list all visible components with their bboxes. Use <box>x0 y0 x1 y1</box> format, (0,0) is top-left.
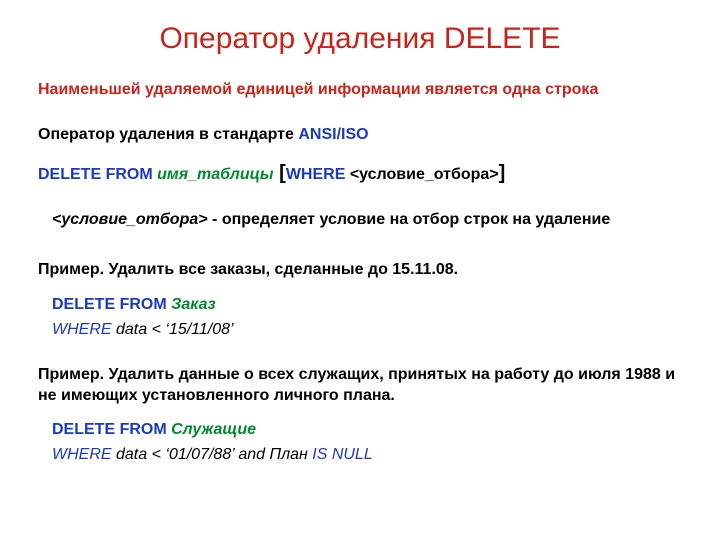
syntax-line: DELETE FROM имя_таблицы [WHERE <условие_… <box>38 160 682 186</box>
ex2-table: Служащие <box>171 421 256 438</box>
ex2-mid: data < ‘01/07/88’ and План <box>112 446 313 463</box>
slide: Оператор удаления DELETE Наименьшей удал… <box>0 0 720 540</box>
cond-note: <условие_отбора> - определяет условие на… <box>38 210 682 231</box>
syntax-close: ] <box>499 162 506 184</box>
standard-prefix: Оператор удаления в стандарте <box>38 126 298 143</box>
ex2-delete-from: DELETE FROM <box>52 421 171 438</box>
example1-line1: DELETE FROM Заказ <box>38 295 682 316</box>
example2-line2: WHERE data < ‘01/07/88’ and План IS NULL <box>38 445 682 466</box>
ex1-where: WHERE <box>52 321 112 338</box>
ex2-isnull: IS NULL <box>312 446 372 463</box>
syntax-table: имя_таблицы <box>157 166 273 183</box>
ex1-rest: data < ‘15/11/08’ <box>112 321 234 338</box>
example1-prompt: Пример. Удалить все заказы, сделанные до… <box>38 260 682 281</box>
intro-text: Наименьшей удаляемой единицей информации… <box>38 80 682 101</box>
ex1-delete-from: DELETE FROM <box>52 296 171 313</box>
syntax-open: [ <box>274 162 286 184</box>
cond-note-cond: <условие_отбора> <box>52 211 208 228</box>
syntax-delete-from: DELETE FROM <box>38 166 157 183</box>
example2-line1: DELETE FROM Служащие <box>38 420 682 441</box>
ex1-table: Заказ <box>171 296 216 313</box>
syntax-where: WHERE <box>286 166 350 183</box>
standard-ansi: ANSI/ISO <box>298 126 368 143</box>
slide-title: Оператор удаления DELETE <box>38 22 682 56</box>
syntax-cond: <условие_отбора> <box>350 166 499 183</box>
cond-note-rest: - определяет условие на отбор строк на у… <box>208 211 611 228</box>
example1-line2: WHERE data < ‘15/11/08’ <box>38 320 682 341</box>
standard-line: Оператор удаления в стандарте ANSI/ISO <box>38 125 682 146</box>
example2-prompt: Пример. Удалить данные о всех служащих, … <box>38 365 682 407</box>
ex2-where: WHERE <box>52 446 112 463</box>
